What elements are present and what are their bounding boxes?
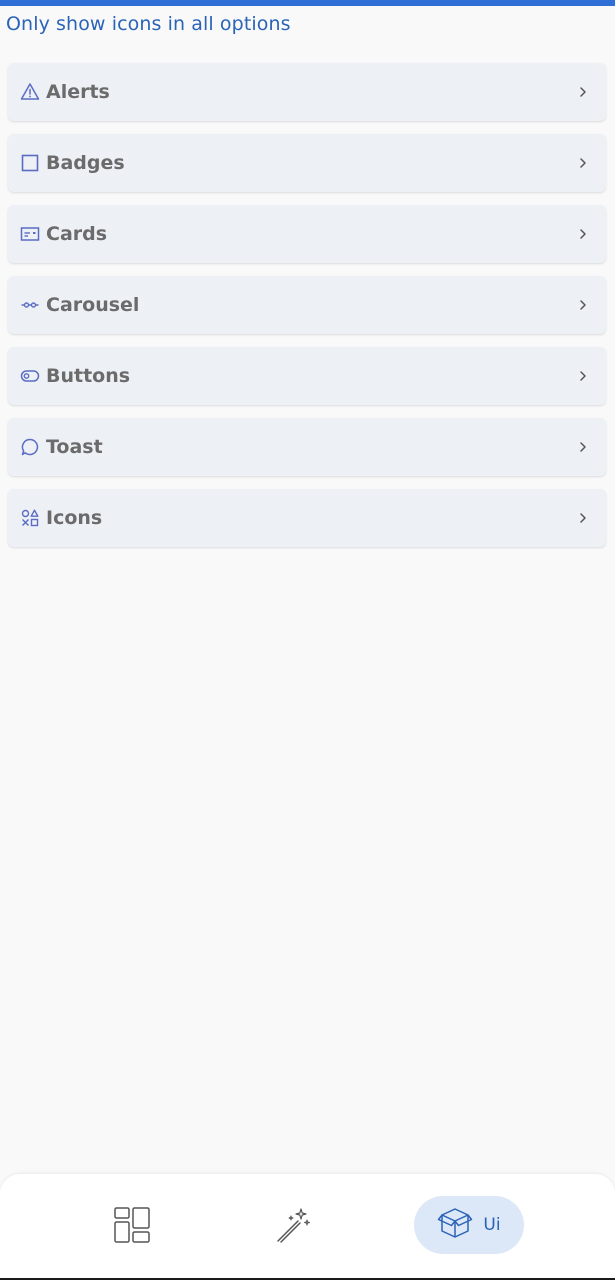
menu-item-badges[interactable]: Badges	[8, 134, 606, 192]
menu-item-label: Alerts	[46, 81, 110, 103]
chevron-right-icon	[578, 227, 588, 241]
square-icon	[20, 153, 40, 173]
toggle-icon	[20, 366, 40, 386]
nav-dashboard-button[interactable]	[107, 1202, 157, 1252]
menu-item-buttons[interactable]: Buttons	[8, 347, 606, 405]
box-icon	[437, 1205, 473, 1245]
chevron-right-icon	[578, 298, 588, 312]
page-title: Only show icons in all options	[6, 13, 291, 35]
nav-ui-button[interactable]: Ui	[414, 1196, 524, 1254]
bottom-navigation: Ui	[0, 1174, 615, 1280]
chevron-right-icon	[578, 369, 588, 383]
menu-item-label: Badges	[46, 152, 125, 174]
nav-ui-label: Ui	[483, 1215, 501, 1235]
magic-wand-icon	[274, 1206, 312, 1248]
menu-item-label: Buttons	[46, 365, 131, 387]
carousel-icon	[20, 295, 40, 315]
menu-item-label: Carousel	[46, 294, 140, 316]
menu-item-alerts[interactable]: Alerts	[8, 63, 606, 121]
menu-item-carousel[interactable]: Carousel	[8, 276, 606, 334]
chevron-right-icon	[578, 156, 588, 170]
chevron-right-icon	[578, 511, 588, 525]
top-accent-bar	[0, 0, 615, 6]
card-icon	[20, 224, 40, 244]
nav-magic-button[interactable]	[268, 1202, 318, 1252]
chevron-right-icon	[578, 440, 588, 454]
shapes-icon	[20, 508, 40, 528]
message-circle-icon	[20, 437, 40, 457]
menu-item-toast[interactable]: Toast	[8, 418, 606, 476]
alert-triangle-icon	[20, 82, 40, 102]
menu-item-label: Icons	[46, 507, 103, 529]
dashboard-icon	[113, 1206, 151, 1248]
menu-list: Alerts Badges Cards Carousel Buttons Toa…	[8, 63, 606, 560]
menu-item-cards[interactable]: Cards	[8, 205, 606, 263]
chevron-right-icon	[578, 85, 588, 99]
menu-item-label: Toast	[46, 436, 103, 458]
menu-item-icons[interactable]: Icons	[8, 489, 606, 547]
menu-item-label: Cards	[46, 223, 108, 245]
